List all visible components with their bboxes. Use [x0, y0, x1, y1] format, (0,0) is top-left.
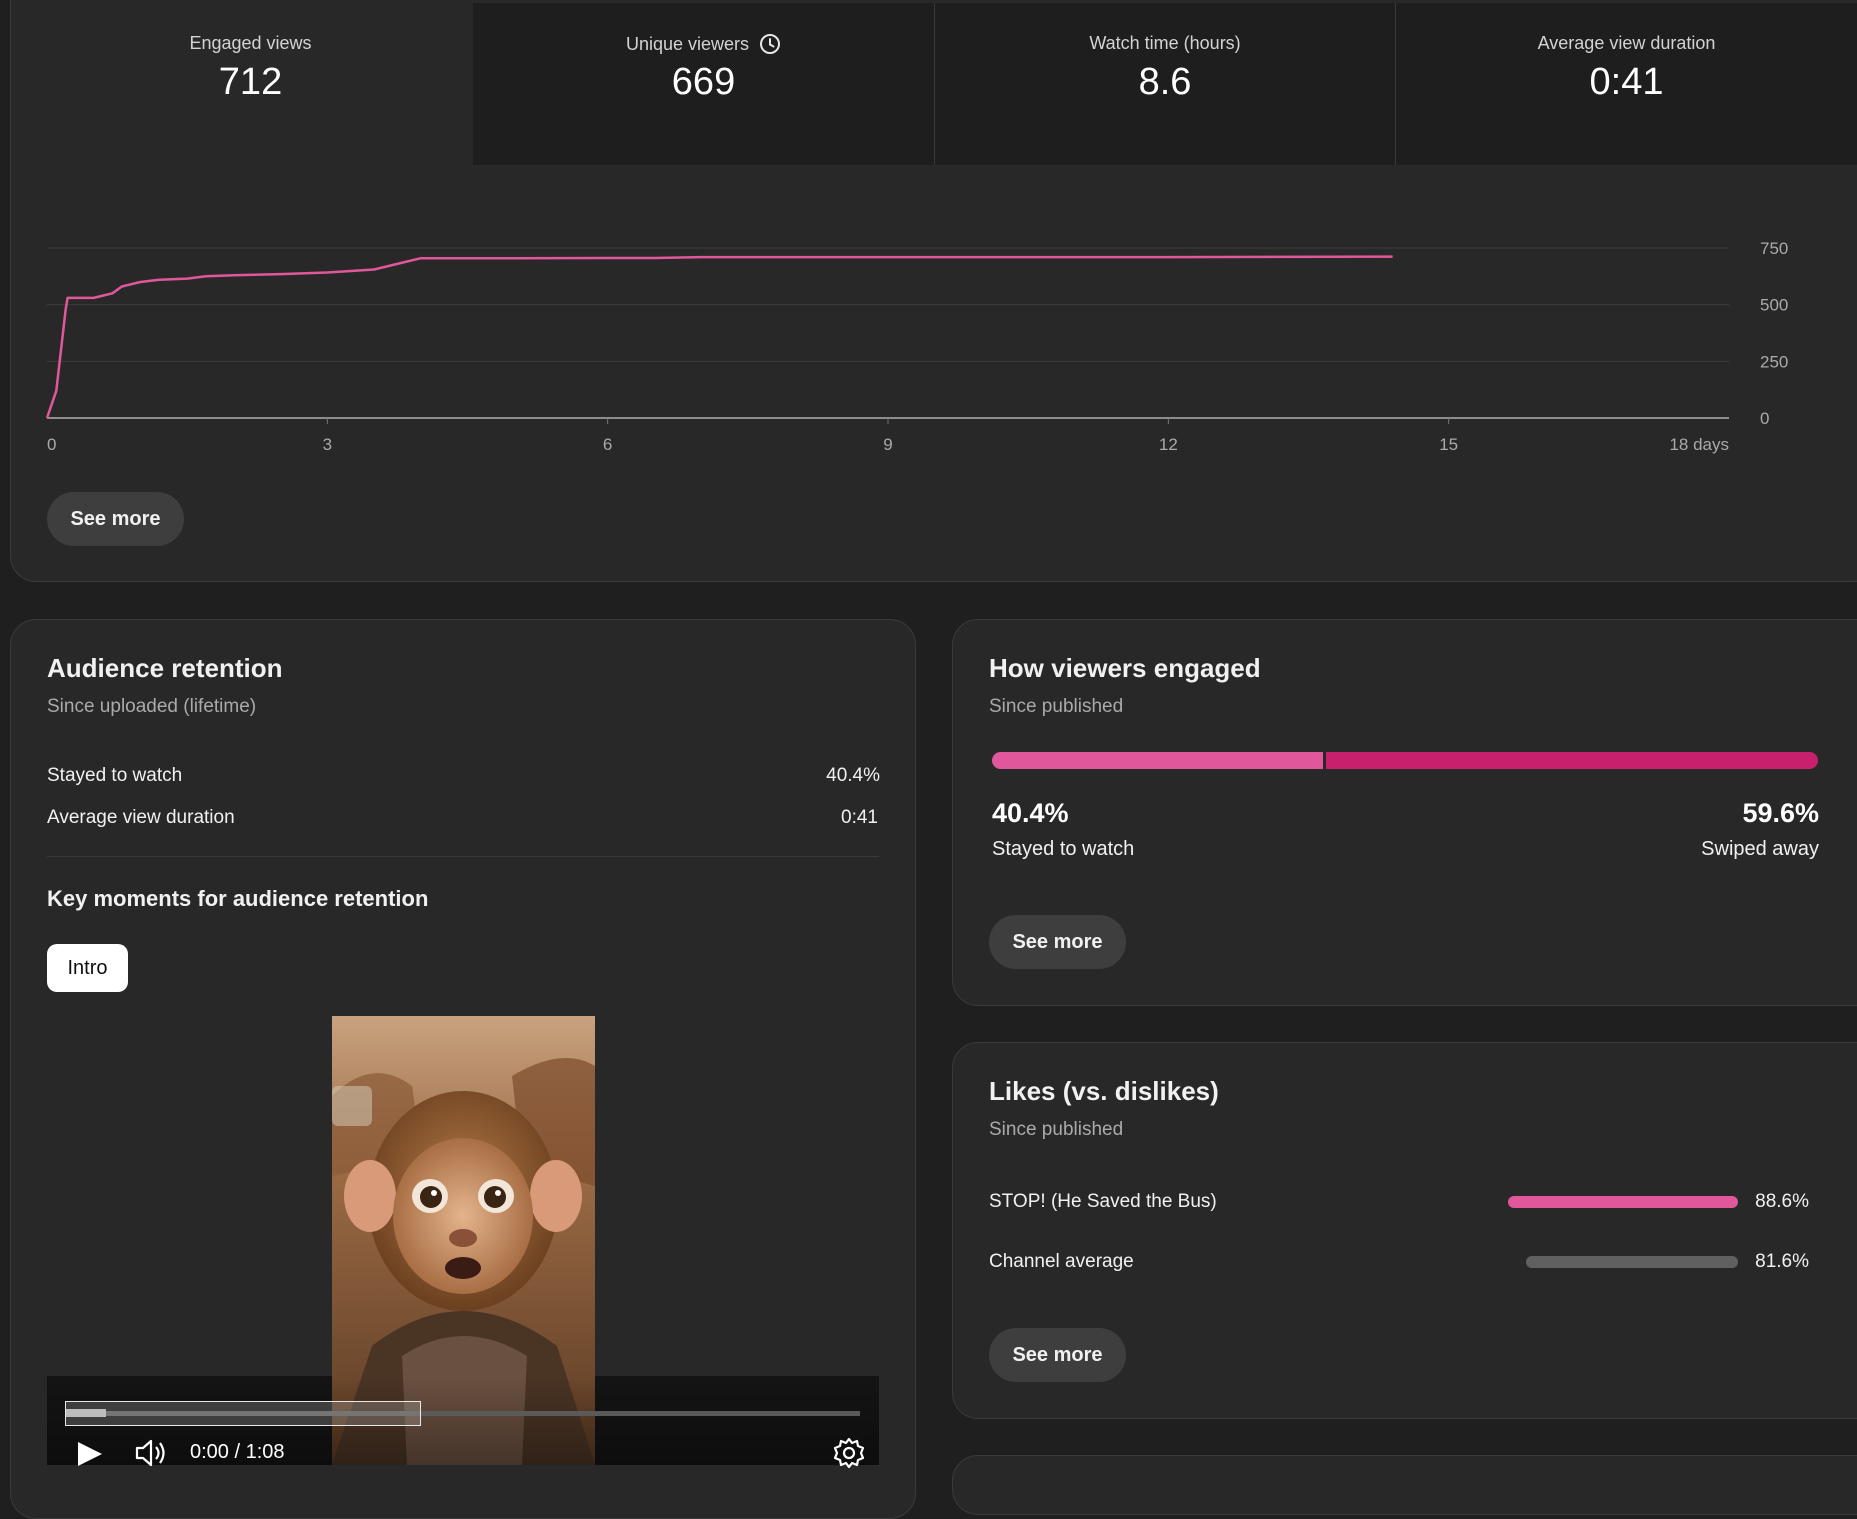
swiped-percent: 59.6% — [1742, 798, 1819, 828]
likes-bar-video — [1508, 1196, 1738, 1208]
y-tick-label: 500 — [1760, 296, 1788, 315]
key-moments-title: Key moments for audience retention — [47, 886, 429, 911]
next-card — [952, 1455, 1857, 1515]
swiped-label: Swiped away — [1701, 838, 1819, 860]
stayed-percent: 40.4% — [992, 798, 1069, 828]
x-tick-label: 0 — [47, 435, 56, 454]
y-tick-label: 250 — [1760, 352, 1788, 371]
intro-chip[interactable]: Intro — [47, 944, 128, 992]
see-more-button-likes[interactable]: See more — [989, 1328, 1126, 1382]
see-more-button-engaged[interactable]: See more — [989, 915, 1126, 969]
y-tick-label: 750 — [1760, 239, 1788, 258]
likes-row-label: Channel average — [989, 1251, 1134, 1272]
divider — [47, 856, 879, 857]
x-tick-label: 6 — [603, 435, 612, 454]
x-tick-label: 18 days — [1669, 435, 1729, 454]
player-buffer — [66, 1409, 106, 1417]
average-view-duration-label: Average view duration — [47, 807, 235, 828]
volume-icon[interactable] — [134, 1438, 170, 1468]
engaged-views-chart: 0 250 500 750 0 3 6 9 12 15 18 days — [45, 239, 1788, 454]
card-title: How viewers engaged — [989, 653, 1261, 683]
engagement-split-bar — [992, 752, 1818, 769]
average-view-duration-value: 0:41 — [841, 807, 878, 828]
player-time: 0:00 / 1:08 — [190, 1441, 285, 1463]
stayed-segment — [992, 752, 1323, 769]
see-more-button-overview[interactable]: See more — [47, 492, 184, 546]
card-title: Audience retention — [47, 653, 283, 683]
x-tick-label: 9 — [883, 435, 892, 454]
card-title: Likes (vs. dislikes) — [989, 1076, 1219, 1106]
x-tick-label: 3 — [323, 435, 332, 454]
likes-row-label: STOP! (He Saved the Bus) — [989, 1191, 1217, 1212]
x-tick-label: 15 — [1439, 435, 1458, 454]
stayed-to-watch-value: 40.4% — [826, 765, 880, 786]
likes-row-value: 88.6% — [1755, 1191, 1809, 1212]
play-icon[interactable] — [76, 1440, 106, 1468]
y-tick-label: 0 — [1760, 409, 1769, 428]
likes-bar-channel-average — [1526, 1256, 1738, 1268]
series-line — [45, 255, 1393, 419]
card-subtitle: Since published — [989, 696, 1124, 717]
x-tick-label: 12 — [1159, 435, 1178, 454]
stayed-to-watch-label: Stayed to watch — [47, 765, 183, 786]
stayed-label: Stayed to watch — [992, 838, 1135, 860]
swiped-segment — [1326, 752, 1818, 769]
player-scrub-preview[interactable] — [65, 1401, 421, 1426]
card-subtitle: Since uploaded (lifetime) — [47, 696, 257, 717]
likes-row-value: 81.6% — [1755, 1251, 1809, 1272]
card-subtitle: Since published — [989, 1119, 1124, 1140]
